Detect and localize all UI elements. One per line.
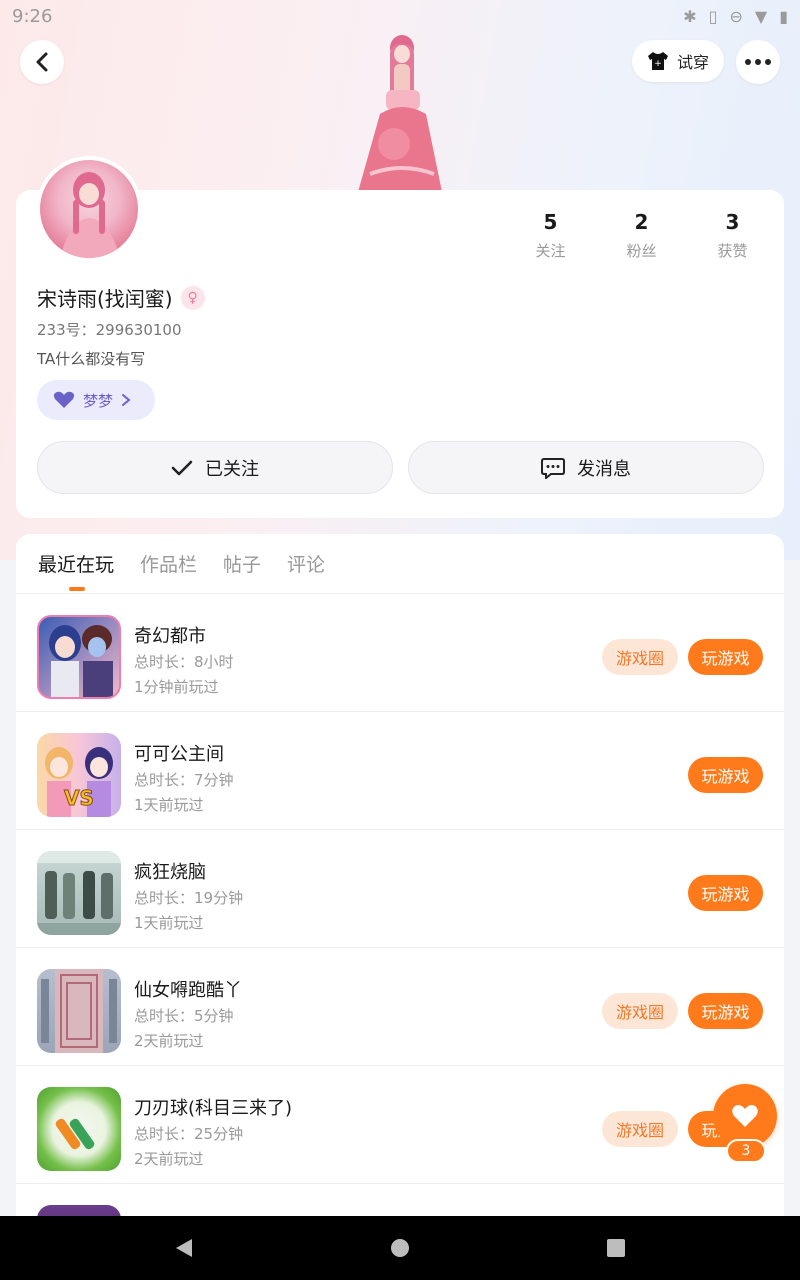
heart-icon xyxy=(732,1105,758,1127)
nav-back-button[interactable] xyxy=(154,1216,214,1280)
bluetooth-icon: ✱ xyxy=(683,6,697,26)
game-duration: 总时长：5分钟 xyxy=(134,1007,234,1025)
game-title: 可可公主间 xyxy=(134,744,224,765)
avatar-figure xyxy=(358,35,442,192)
profile-stats: 5 关注 2 粉丝 3 获赞 xyxy=(505,210,780,261)
play-game-button[interactable]: 玩游戏 xyxy=(688,757,763,793)
avatar[interactable] xyxy=(36,156,142,262)
stat-value: 3 xyxy=(725,210,740,234)
user-id: 233号：299630100 xyxy=(37,321,182,339)
followed-label: 已关注 xyxy=(205,458,259,480)
like-count-badge: 3 xyxy=(726,1139,766,1163)
game-row[interactable]: 仙女嘚跑酷丫 总时长：5分钟 2天前玩过 游戏圈 玩游戏 xyxy=(16,948,784,1066)
game-row[interactable]: 刀刃球(科目三来了) 总时长：25分钟 2天前玩过 游戏圈 玩游戏 xyxy=(16,1066,784,1184)
back-triangle-icon xyxy=(176,1239,192,1257)
game-icon xyxy=(37,1087,121,1171)
more-dots-icon xyxy=(745,59,771,65)
play-game-button[interactable]: 玩游戏 xyxy=(688,993,763,1029)
nav-recents-button[interactable] xyxy=(586,1216,646,1280)
status-bar: 9:26 ✱ ▯ ⊖ ▼ ▮ xyxy=(0,0,800,32)
heart-tag-icon xyxy=(53,391,75,408)
stat-label: 关注 xyxy=(535,242,566,260)
game-row[interactable]: 疯狂烧脑 总时长：19分钟 1天前玩过 玩游戏 xyxy=(16,830,784,948)
chevron-right-icon xyxy=(122,394,131,406)
battery-icon: ▮ xyxy=(779,6,788,26)
female-gender-icon: ♀ xyxy=(180,285,205,310)
stat-value: 5 xyxy=(543,210,558,234)
game-duration: 总时长：8小时 xyxy=(134,653,234,671)
vibrate-icon: ▯ xyxy=(708,6,718,26)
bio: TA什么都没有写 xyxy=(37,350,146,368)
game-last-played: 1天前玩过 xyxy=(134,914,204,932)
game-duration: 总时长：25分钟 xyxy=(134,1125,244,1143)
game-icon xyxy=(37,969,121,1053)
tab-works[interactable]: 作品栏 xyxy=(140,550,197,577)
recents-square-icon xyxy=(607,1239,625,1257)
more-button[interactable] xyxy=(736,40,780,84)
game-circle-button[interactable]: 游戏圈 xyxy=(602,639,678,675)
stat-likes[interactable]: 3 获赞 xyxy=(687,210,778,261)
game-last-played: 1分钟前玩过 xyxy=(134,678,219,696)
nickname-text: 宋诗雨(找闰蜜) xyxy=(37,287,173,311)
back-button[interactable] xyxy=(20,40,64,84)
wifi-icon: ▼ xyxy=(754,6,768,26)
game-title: 奇幻都市 xyxy=(134,626,206,647)
tab-recent-played[interactable]: 最近在玩 xyxy=(38,550,114,577)
play-game-button[interactable]: 玩游戏 xyxy=(688,875,763,911)
game-last-played: 1天前玩过 xyxy=(134,796,204,814)
game-icon: VS xyxy=(37,733,121,817)
shirt-icon: + xyxy=(647,52,668,70)
game-icon xyxy=(37,851,121,935)
game-title: 仙女嘚跑酷丫 xyxy=(134,980,242,1001)
game-circle-button[interactable]: 游戏圈 xyxy=(602,993,678,1029)
followed-button[interactable]: 已关注 xyxy=(37,441,393,494)
game-duration: 总时长：7分钟 xyxy=(134,771,234,789)
send-message-button[interactable]: 发消息 xyxy=(408,441,764,494)
game-last-played: 2天前玩过 xyxy=(134,1032,204,1050)
game-circle-button[interactable]: 游戏圈 xyxy=(602,1111,678,1147)
active-tab-indicator xyxy=(69,587,85,591)
try-on-label: 试穿 xyxy=(676,53,709,72)
tag-label: 梦梦 xyxy=(83,391,114,410)
try-on-button[interactable]: + 试穿 xyxy=(632,40,724,82)
send-message-label: 发消息 xyxy=(577,458,631,480)
game-title: 刀刃球(科目三来了) xyxy=(134,1098,293,1119)
home-circle-icon xyxy=(391,1239,409,1257)
game-last-played: 2天前玩过 xyxy=(134,1150,204,1168)
system-navigation-bar xyxy=(0,1216,800,1280)
tag-pill[interactable]: 梦梦 xyxy=(37,380,155,420)
status-icons: ✱ ▯ ⊖ ▼ ▮ xyxy=(683,7,788,26)
svg-text:+: + xyxy=(654,59,662,69)
game-icon xyxy=(37,615,121,699)
tab-comments[interactable]: 评论 xyxy=(287,550,325,577)
dnd-icon: ⊖ xyxy=(729,6,743,26)
avatar-image xyxy=(40,160,138,258)
game-title: 疯狂烧脑 xyxy=(134,862,206,883)
stat-label: 获赞 xyxy=(717,242,748,260)
svg-text:VS: VS xyxy=(64,786,94,810)
game-row[interactable]: 奇幻都市 总时长：8小时 1分钟前玩过 游戏圈 玩游戏 xyxy=(16,594,784,712)
tab-posts[interactable]: 帖子 xyxy=(223,550,261,577)
nav-home-button[interactable] xyxy=(370,1216,430,1280)
game-duration: 总时长：19分钟 xyxy=(134,889,244,907)
game-row[interactable]: VS 可可公主间 总时长：7分钟 1天前玩过 玩游戏 xyxy=(16,712,784,830)
content-card: 最近在玩 作品栏 帖子 评论 奇幻都市 总时长：8小时 1分钟前玩过 游戏圈 玩… xyxy=(16,534,784,1234)
content-tabs: 最近在玩 作品栏 帖子 评论 xyxy=(38,550,325,577)
status-time: 9:26 xyxy=(12,5,53,27)
stat-value: 2 xyxy=(634,210,649,234)
nickname: 宋诗雨(找闰蜜) ♀ xyxy=(37,283,205,312)
stat-fans[interactable]: 2 粉丝 xyxy=(596,210,687,261)
chat-bubble-icon xyxy=(541,457,565,479)
check-icon xyxy=(171,460,193,475)
stat-following[interactable]: 5 关注 xyxy=(505,210,596,261)
back-arrow-icon xyxy=(36,52,48,72)
stat-label: 粉丝 xyxy=(626,242,657,260)
play-game-button[interactable]: 玩游戏 xyxy=(688,639,763,675)
